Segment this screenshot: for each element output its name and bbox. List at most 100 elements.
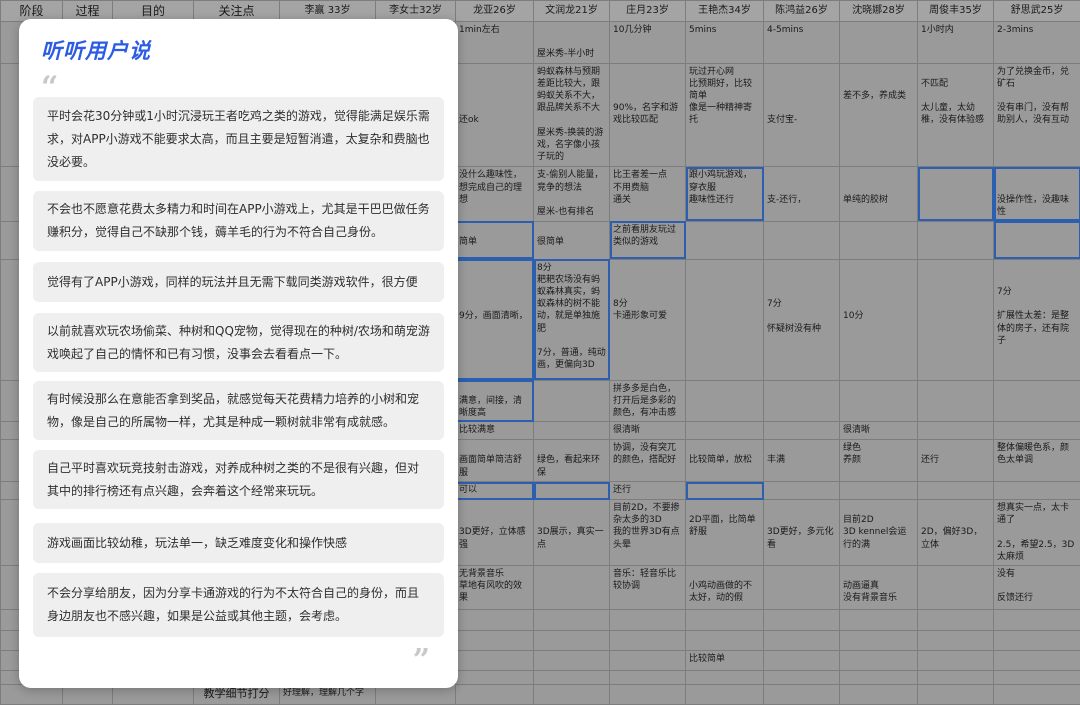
table-cell[interactable]: 90%，名字和游戏比较匹配 [609, 62, 686, 168]
table-cell[interactable] [763, 669, 840, 685]
table-cell[interactable] [763, 421, 840, 441]
table-cell[interactable]: 小鸡动画做的不太好，动的假 [685, 565, 764, 611]
table-cell[interactable] [839, 609, 918, 631]
table-cell[interactable] [763, 629, 840, 651]
table-cell[interactable] [533, 669, 610, 685]
table-cell[interactable]: 7分 怀疑树没有种 [763, 258, 840, 381]
table-cell[interactable]: 2D，偏好3D，立体 [917, 499, 994, 567]
table-cell[interactable] [993, 609, 1080, 631]
table-cell[interactable] [917, 609, 994, 631]
table-cell[interactable] [839, 629, 918, 651]
table-cell[interactable]: 单纯的胶树 [839, 166, 918, 222]
table-cell[interactable]: 音乐：轻音乐比较协调 [609, 565, 686, 611]
table-cell[interactable] [609, 683, 686, 705]
table-cell[interactable]: 可以 [455, 480, 534, 501]
table-cell[interactable] [993, 220, 1080, 260]
table-cell[interactable] [763, 565, 840, 611]
table-cell[interactable] [533, 629, 610, 651]
table-cell[interactable] [993, 421, 1080, 441]
table-cell[interactable] [993, 379, 1080, 423]
table-cell[interactable] [993, 629, 1080, 651]
table-cell[interactable]: 跟小鸡玩游戏，穿衣服 趣味性还行 [685, 166, 764, 222]
table-cell[interactable]: 画面简单简洁舒服 [455, 439, 534, 482]
table-cell[interactable]: 8分 卡通形象可爱 [609, 258, 686, 381]
table-cell[interactable]: 协调，没有突兀的颜色，搭配好 [609, 439, 686, 482]
table-cell[interactable] [763, 649, 840, 671]
table-cell[interactable] [917, 649, 994, 671]
table-cell[interactable] [917, 220, 994, 260]
table-cell[interactable]: 7分 扩展性太差：是整体的房子，还有院子 [993, 258, 1080, 381]
table-cell[interactable] [609, 649, 686, 671]
table-cell[interactable] [993, 669, 1080, 685]
table-cell[interactable] [839, 220, 918, 260]
table-cell[interactable]: 比王者差一点 不用费脑 通关 [609, 166, 686, 222]
table-cell[interactable] [455, 609, 534, 631]
table-cell[interactable]: 比较简单 [685, 649, 764, 671]
table-cell[interactable] [763, 480, 840, 501]
table-cell[interactable]: 支付宝- [763, 62, 840, 168]
table-cell[interactable] [609, 609, 686, 631]
table-cell[interactable]: 3D展示，真实一点 [533, 499, 610, 567]
table-cell[interactable]: 丰满 [763, 439, 840, 482]
table-cell[interactable] [533, 683, 610, 705]
table-cell[interactable]: 还行 [609, 480, 686, 501]
table-cell[interactable] [533, 565, 610, 611]
table-cell[interactable] [455, 649, 534, 671]
table-cell[interactable] [993, 649, 1080, 671]
table-cell[interactable] [455, 629, 534, 651]
table-cell[interactable]: 无背景音乐 草地有风吹的效果 [455, 565, 534, 611]
table-cell[interactable]: 拼多多是白色，打开后是多彩的颜色，有冲击感 [609, 379, 686, 423]
table-cell[interactable]: 很简单 [533, 220, 610, 260]
table-cell[interactable] [917, 421, 994, 441]
table-cell[interactable]: 想真实一点，太卡通了 2.5，希望2.5，3D太麻烦 [993, 499, 1080, 567]
table-cell[interactable] [685, 669, 764, 685]
table-cell[interactable] [609, 669, 686, 685]
table-cell[interactable]: 玩过开心网 比预期好，比较简单 像是一种精神寄托 [685, 62, 764, 168]
table-cell[interactable]: 4-5mins [763, 21, 840, 64]
table-cell[interactable]: 支-偷别人能量，竞争的想法 屋米-也有排名 [533, 166, 610, 222]
table-cell[interactable]: 支-还行， [763, 166, 840, 222]
table-cell[interactable] [993, 480, 1080, 501]
table-cell[interactable] [839, 683, 918, 705]
table-cell[interactable] [455, 683, 534, 705]
table-cell[interactable]: 还ok [455, 62, 534, 168]
table-cell[interactable] [839, 21, 918, 64]
table-cell[interactable] [917, 629, 994, 651]
table-cell[interactable]: 没操作性，没趣味性 [993, 166, 1080, 222]
table-cell[interactable]: 比较简单，放松 [685, 439, 764, 482]
table-cell[interactable] [533, 649, 610, 671]
table-cell[interactable]: 整体偏暖色系，颜色太单调 [993, 439, 1080, 482]
table-cell[interactable]: 很清晰 [839, 421, 918, 441]
table-cell[interactable]: 3D更好，立体感强 [455, 499, 534, 567]
table-cell[interactable] [685, 258, 764, 381]
table-cell[interactable]: 之前看朋友玩过类似的游戏 [609, 220, 686, 260]
table-cell[interactable] [839, 669, 918, 685]
table-cell[interactable] [763, 683, 840, 705]
table-cell[interactable] [685, 480, 764, 501]
table-cell[interactable]: 满意，间接，清晰度高 [455, 379, 534, 423]
table-cell[interactable] [917, 166, 994, 222]
table-cell[interactable]: 5mins [685, 21, 764, 64]
table-cell[interactable]: 9分，画面清晰， [455, 258, 534, 381]
table-cell[interactable] [839, 649, 918, 671]
table-cell[interactable] [533, 421, 610, 441]
table-cell[interactable] [685, 609, 764, 631]
table-cell[interactable]: 10分 [839, 258, 918, 381]
table-cell[interactable] [839, 480, 918, 501]
table-cell[interactable] [533, 480, 610, 501]
table-cell[interactable] [455, 669, 534, 685]
table-cell[interactable] [685, 629, 764, 651]
table-cell[interactable] [685, 379, 764, 423]
table-cell[interactable]: 2D平面，比简单舒服 [685, 499, 764, 567]
table-cell[interactable]: 8分 耙耙农场没有蚂蚁森林真实，蚂蚁森林的树不能动，就是单独施肥 7分，普通，纯… [533, 258, 610, 381]
table-cell[interactable] [917, 480, 994, 501]
table-cell[interactable] [763, 379, 840, 423]
table-cell[interactable] [763, 609, 840, 631]
table-cell[interactable]: 目前2D 3D kennel会运行的满 [839, 499, 918, 567]
table-cell[interactable]: 3D更好，多元化看 [763, 499, 840, 567]
table-cell[interactable]: 绿色，看起来环保 [533, 439, 610, 482]
table-cell[interactable] [533, 379, 610, 423]
table-cell[interactable]: 动画逼真 没有背景音乐 [839, 565, 918, 611]
table-cell[interactable] [839, 379, 918, 423]
table-cell[interactable]: 2-3mins [993, 21, 1080, 64]
